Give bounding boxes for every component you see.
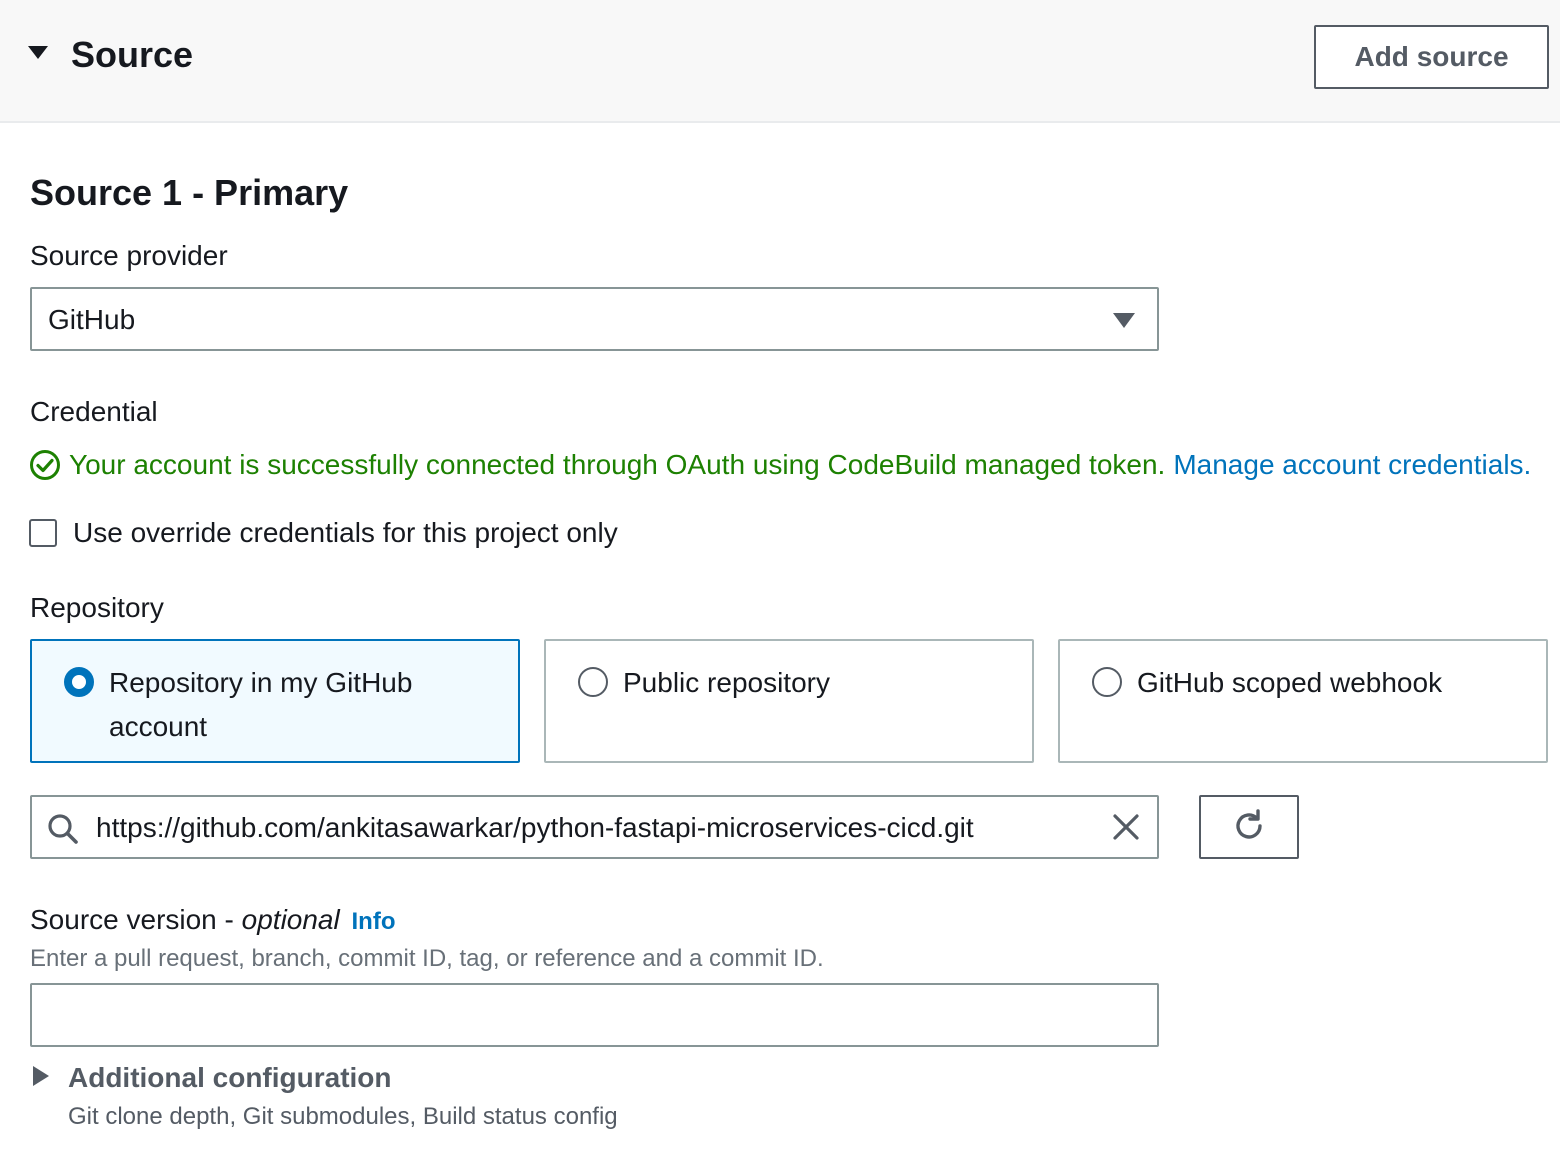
dropdown-caret-icon: [1113, 313, 1135, 334]
repo-option-public[interactable]: Public repository: [544, 639, 1034, 763]
repo-option-my-github[interactable]: Repository in my GitHub account: [30, 639, 520, 763]
manage-credentials-link[interactable]: Manage account credentials.: [1173, 449, 1531, 481]
additional-configuration-toggle[interactable]: Additional configuration: [30, 1060, 392, 1096]
source-provider-select[interactable]: GitHub: [30, 287, 1159, 351]
credential-message: Your account is successfully connected t…: [69, 449, 1166, 480]
repo-option-label: Public repository: [623, 667, 830, 698]
radio-unselected[interactable]: [1092, 667, 1122, 697]
section-title: Source: [71, 34, 194, 75]
override-credentials-checkbox[interactable]: [29, 519, 57, 547]
search-icon: [46, 812, 80, 851]
primary-source-title: Source 1 - Primary: [30, 172, 349, 213]
add-source-button[interactable]: Add source: [1314, 25, 1549, 89]
refresh-button[interactable]: [1199, 795, 1299, 859]
repository-search-input[interactable]: https://github.com/ankitasawarkar/python…: [30, 795, 1159, 859]
source-version-label: Source version - optional Info: [30, 902, 396, 940]
repo-option-scoped-webhook[interactable]: GitHub scoped webhook: [1058, 639, 1548, 763]
repo-option-label: Repository in my GitHub account: [109, 667, 413, 742]
success-check-icon: [29, 449, 61, 481]
optional-text: optional: [241, 904, 340, 935]
override-credentials-option[interactable]: Use override credentials for this projec…: [29, 515, 618, 551]
repo-option-label: GitHub scoped webhook: [1137, 667, 1443, 698]
additional-configuration-description: Git clone depth, Git submodules, Build s…: [68, 1103, 618, 1130]
source-provider-value: GitHub: [48, 304, 136, 335]
override-credentials-label: Use override credentials for this projec…: [73, 517, 618, 548]
caret-right-icon: [30, 1064, 50, 1093]
source-version-label-text: Source version -: [30, 904, 242, 935]
repository-label: Repository: [30, 592, 164, 623]
caret-down-icon[interactable]: [26, 40, 56, 70]
repository-url-value[interactable]: https://github.com/ankitasawarkar/python…: [96, 810, 974, 846]
radio-selected[interactable]: [64, 667, 94, 697]
credential-label: Credential: [30, 396, 158, 427]
source-provider-label: Source provider: [30, 240, 228, 271]
radio-unselected[interactable]: [578, 667, 608, 697]
refresh-icon: [1231, 808, 1267, 847]
additional-configuration-title: Additional configuration: [68, 1062, 392, 1093]
info-link[interactable]: Info: [352, 908, 396, 935]
credential-status: Your account is successfully connected t…: [29, 447, 1531, 483]
source-version-input[interactable]: [30, 983, 1159, 1047]
source-version-description: Enter a pull request, branch, commit ID,…: [30, 945, 824, 972]
clear-icon[interactable]: [1111, 812, 1141, 847]
source-section-header: Source Add source: [0, 0, 1560, 123]
